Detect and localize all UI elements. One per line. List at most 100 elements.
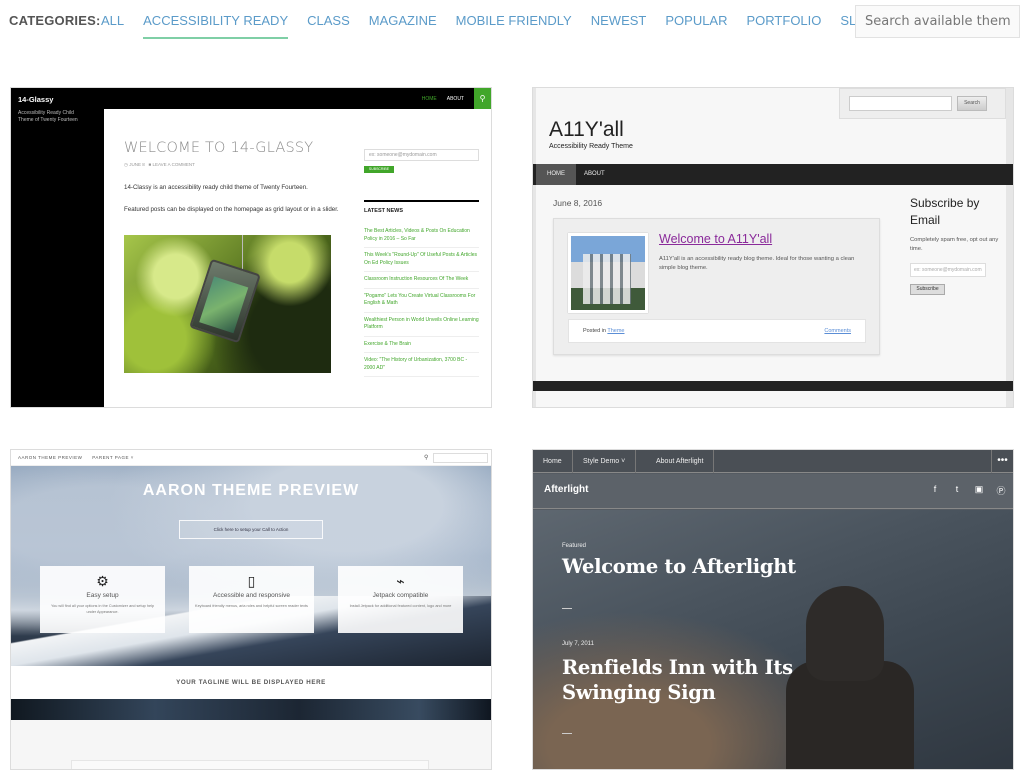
aaron-tagline-band: YOUR TAGLINE WILL BE DISPLAYED HERE [11,666,491,699]
search-icon: ⚲ [424,455,429,461]
ally-subscribe-text: Completely spam free, opt out any time. [910,237,999,252]
afterlight-post-date: July 7, 2011 [562,641,594,647]
aaron-bottom-area [11,720,491,769]
feature-text: Install Jetpack for additional featured … [349,604,452,608]
aaron-feature-jetpack: ⌁ Jetpack compatible Install Jetpack for… [338,566,463,633]
glassy-news-heading: LATEST NEWS [364,208,404,214]
glassy-post-meta: ◷ JUNE 8 ■ LEAVE A COMMENT [124,162,195,168]
camera-strap [242,235,243,271]
glassy-nav: HOME ABOUT ⚲ [422,88,491,109]
aaron-hero-title: AARON THEME PREVIEW [142,482,360,499]
aaron-top-nav: AARON THEME PREVIEW PARENT PAGE ˅ [18,455,142,460]
twitter-icon: t [955,484,959,494]
afterlight-site-title: Afterlight [544,484,589,495]
news-item: Video: "The History of Urbanization, 370… [364,357,479,377]
ally-nav-home: HOME [536,164,576,185]
theme-card-aaron[interactable]: AARON THEME PREVIEW PARENT PAGE ˅ ⚲ AARO… [10,449,492,770]
theme-card-afterlight[interactable]: Home Style Demo ˅ About Afterlight ••• A… [532,449,1014,770]
glassy-subscribe-button: SUBSCRIBE [364,166,394,173]
news-item: The Best Articles, Videos & Posts On Edu… [364,228,479,248]
pinterest-icon: Ⓟ [996,486,1006,496]
news-item: "Pogamo" Lets You Create Virtual Classro… [364,293,479,313]
aaron-image-band [11,699,491,720]
glassy-site-description: Accessibility Ready Child Theme of Twent… [18,110,78,123]
ally-posted-in: Posted in Theme [583,328,625,334]
category-list: ALL ACCESSIBILITY READY CLASS MAGAZINE M… [101,13,906,39]
ally-nav-about: ABOUT [584,171,605,177]
afterlight-nav-about: About Afterlight [646,450,715,473]
ally-site-title: A11Y'all [549,118,624,141]
comment-icon: ■ [148,162,152,167]
feature-title: Easy setup [86,592,119,599]
building-thumbnail [568,233,648,313]
plug-icon: ⌁ [396,573,405,589]
figure-hood [806,586,884,681]
ally-nav: HOME ABOUT [533,164,1013,185]
glassy-nav-home: HOME [421,95,437,102]
afterlight-nav: Home Style Demo ˅ About Afterlight ••• [533,450,1013,473]
ally-email-field: ex: someone@mydomain.com [910,263,986,277]
afterlight-nav-style-demo: Style Demo ˅ [573,450,637,473]
ally-post-excerpt: A11Y'all is an accessibility ready blog … [659,256,855,271]
ally-subscribe-title: Subscribe by Email [910,196,980,227]
aaron-feature-easy-setup: ⚙ Easy setup You will find all your opti… [40,566,165,633]
afterlight-post-title: Renfields Inn with Its Swinging Sign [562,656,793,704]
ally-search-area: Search [839,88,1006,119]
category-popular[interactable]: POPULAR [665,13,727,38]
ally-comments-link: Comments [824,328,851,334]
clock-icon: ◷ [124,162,128,167]
ally-post: Welcome to A11Y'all A11Y'all is an acces… [553,218,880,355]
glassy-post-comment: LEAVE A COMMENT [152,162,195,167]
ally-post-footer: Posted in Theme Comments [568,319,866,343]
aaron-nav-parent: PARENT PAGE ˅ [92,455,134,460]
feature-text: You will find all your options in the Cu… [50,604,155,614]
category-class[interactable]: CLASS [307,13,350,38]
aaron-feature-accessible: ▯ Accessible and responsive Keyboard fri… [189,566,314,633]
categories-label: CATEGORIES: [9,13,101,28]
ally-search-button: Search [957,96,987,111]
ally-subscribe-button: Subscribe [910,284,945,295]
feature-title: Accessible and responsive [213,592,290,599]
aaron-post-card [71,760,429,769]
afterlight-featured-label: Featured [562,543,587,549]
category-magazine[interactable]: MAGAZINE [369,13,437,38]
divider [562,733,572,734]
glassy-paragraph-2: Featured posts can be displayed on the h… [124,206,339,213]
category-mobile-friendly[interactable]: MOBILE FRIENDLY [456,13,572,38]
category-all[interactable]: ALL [101,13,124,38]
theme-card-a11yall[interactable]: Search A11Y'all Accessibility Ready Them… [532,87,1014,408]
posted-in-label: Posted in [583,328,606,334]
glassy-nav-about: ABOUT [446,95,464,102]
afterlight-featured-title: Welcome to Afterlight [562,555,796,578]
camera-image [189,258,261,344]
theme-card-14-glassy[interactable]: 14-Glassy Accessibility Ready Child Them… [10,87,492,408]
news-item: Wealthiest Person in World Unveils Onlin… [364,317,479,337]
afterlight-header: Afterlight f t ▣ Ⓟ [533,474,1013,509]
ally-footer-bar [533,381,1013,391]
feature-text: Keyboard friendly menus, aria roles and … [195,604,308,608]
afterlight-social-links: f t ▣ Ⓟ [929,484,1007,497]
glassy-post-date: JUNE 8 [129,162,145,167]
theme-filter-bar: CATEGORIES: ALL ACCESSIBILITY READY CLAS… [0,0,1024,44]
aaron-nav-home: AARON THEME PREVIEW [18,455,83,460]
news-item: This Week's "Round-Up" Of Useful Posts &… [364,252,479,272]
glassy-sidebar: 14-Glassy Accessibility Ready Child Them… [11,88,104,407]
search-themes-input[interactable] [855,5,1020,38]
ally-category-link: Theme [607,328,625,334]
divider [562,608,572,609]
aaron-hero: AARON THEME PREVIEW Click here to setup … [11,466,491,666]
glassy-email-field: ex: someone@mydomain.com [364,149,479,161]
ally-post-date: June 8, 2016 [553,198,603,208]
glassy-news-divider [364,200,479,202]
glassy-featured-image [124,235,331,373]
gear-icon: ⚙ [96,573,109,589]
aaron-cta-button: Click here to setup your Call to Action [179,520,323,539]
more-icon: ••• [991,450,1013,473]
aaron-search-input [433,453,488,463]
category-portfolio[interactable]: PORTFOLIO [747,13,822,38]
ally-tagline: Accessibility Ready Theme [549,143,633,150]
facebook-icon: f [933,484,937,494]
category-accessibility-ready[interactable]: ACCESSIBILITY READY [143,13,288,39]
ally-page: Search A11Y'all Accessibility Ready Them… [533,88,1013,407]
category-newest[interactable]: NEWEST [591,13,647,38]
